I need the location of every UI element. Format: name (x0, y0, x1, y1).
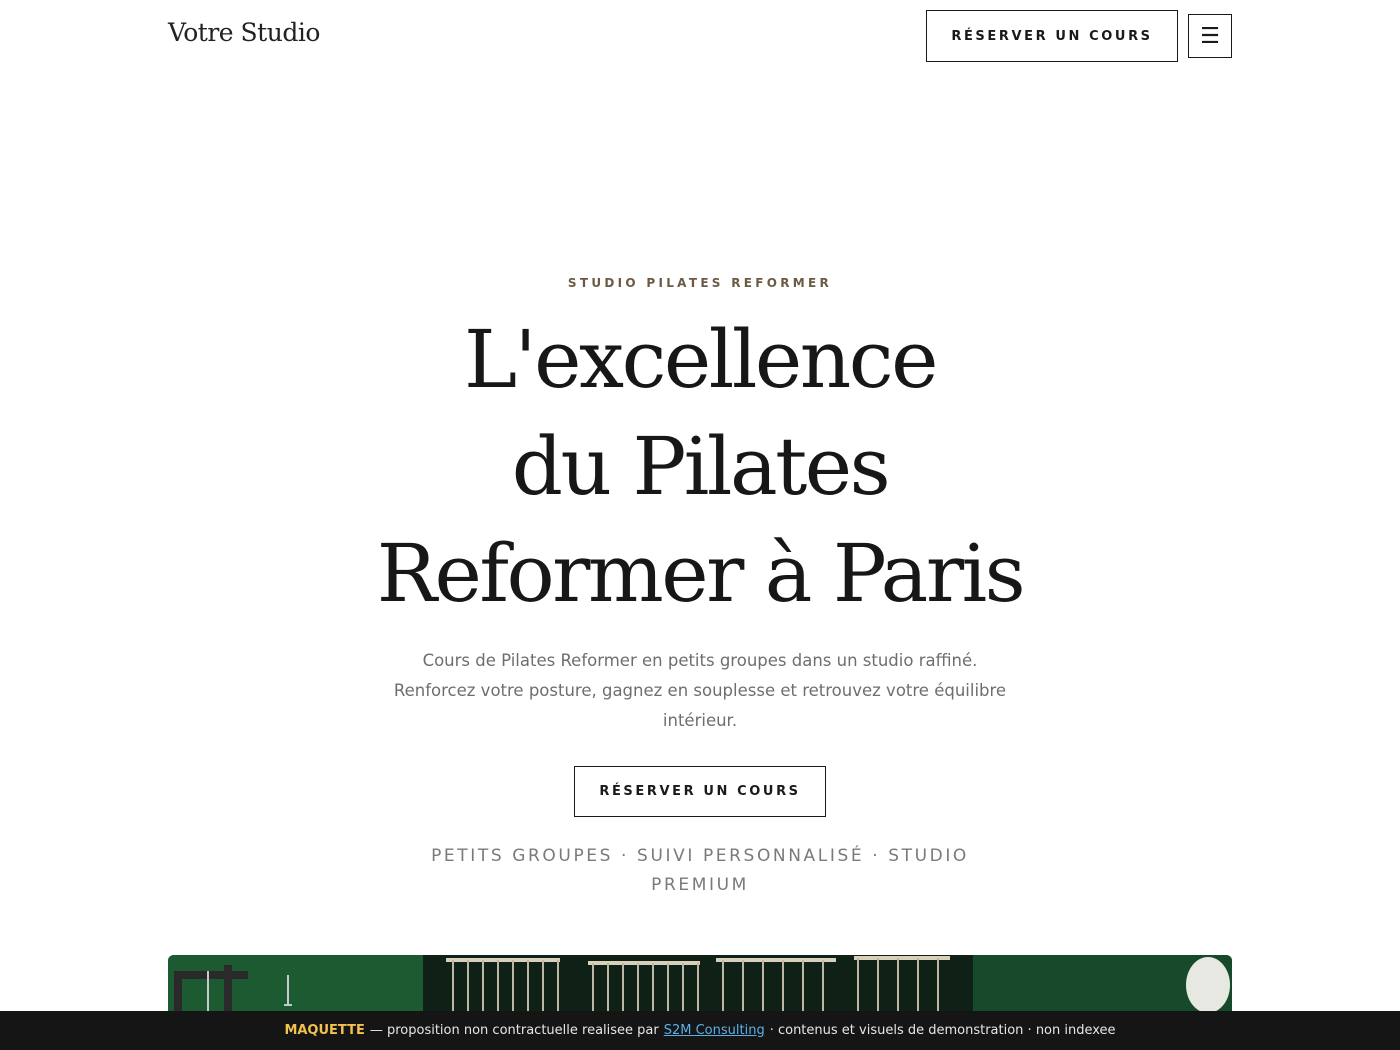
site-header: Votre Studio RÉSERVER UN COURS ☰ (0, 0, 1400, 72)
mockup-banner: MAQUETTE — proposition non contractuelle… (0, 1011, 1400, 1050)
banner-text-after: · contenus et visuels de demonstration ·… (769, 1023, 1116, 1038)
hero-lead: Cours de Pilates Reformer en petits grou… (393, 651, 1007, 730)
hero-eyebrow: STUDIO PILATES REFORMER (567, 276, 833, 290)
banner-tag: MAQUETTE (284, 1023, 365, 1038)
banner-consultant-link[interactable]: S2M Consulting (664, 1023, 765, 1038)
header-book-class-button[interactable]: RÉSERVER UN COURS (926, 10, 1178, 62)
menu-button[interactable]: ☰ (1188, 14, 1232, 58)
hamburger-menu-icon: ☰ (1200, 23, 1220, 49)
hero-book-class-button[interactable]: RÉSERVER UN COURS (574, 766, 826, 817)
hero-title-line-2: du Pilates (511, 420, 891, 513)
hero-features: PETITS GROUPES · SUIVI PERSONNALISÉ · ST… (431, 846, 969, 895)
hero-title-line-1: L'excellence (464, 313, 938, 406)
site-logo[interactable]: Votre Studio (168, 18, 320, 47)
banner-text-before: — proposition non contractuelle realisee… (369, 1023, 659, 1038)
hero-title-line-3: Reformer à Paris (376, 527, 1026, 620)
hero-title: L'excellence du Pilates Reformer à Paris (350, 306, 1050, 627)
